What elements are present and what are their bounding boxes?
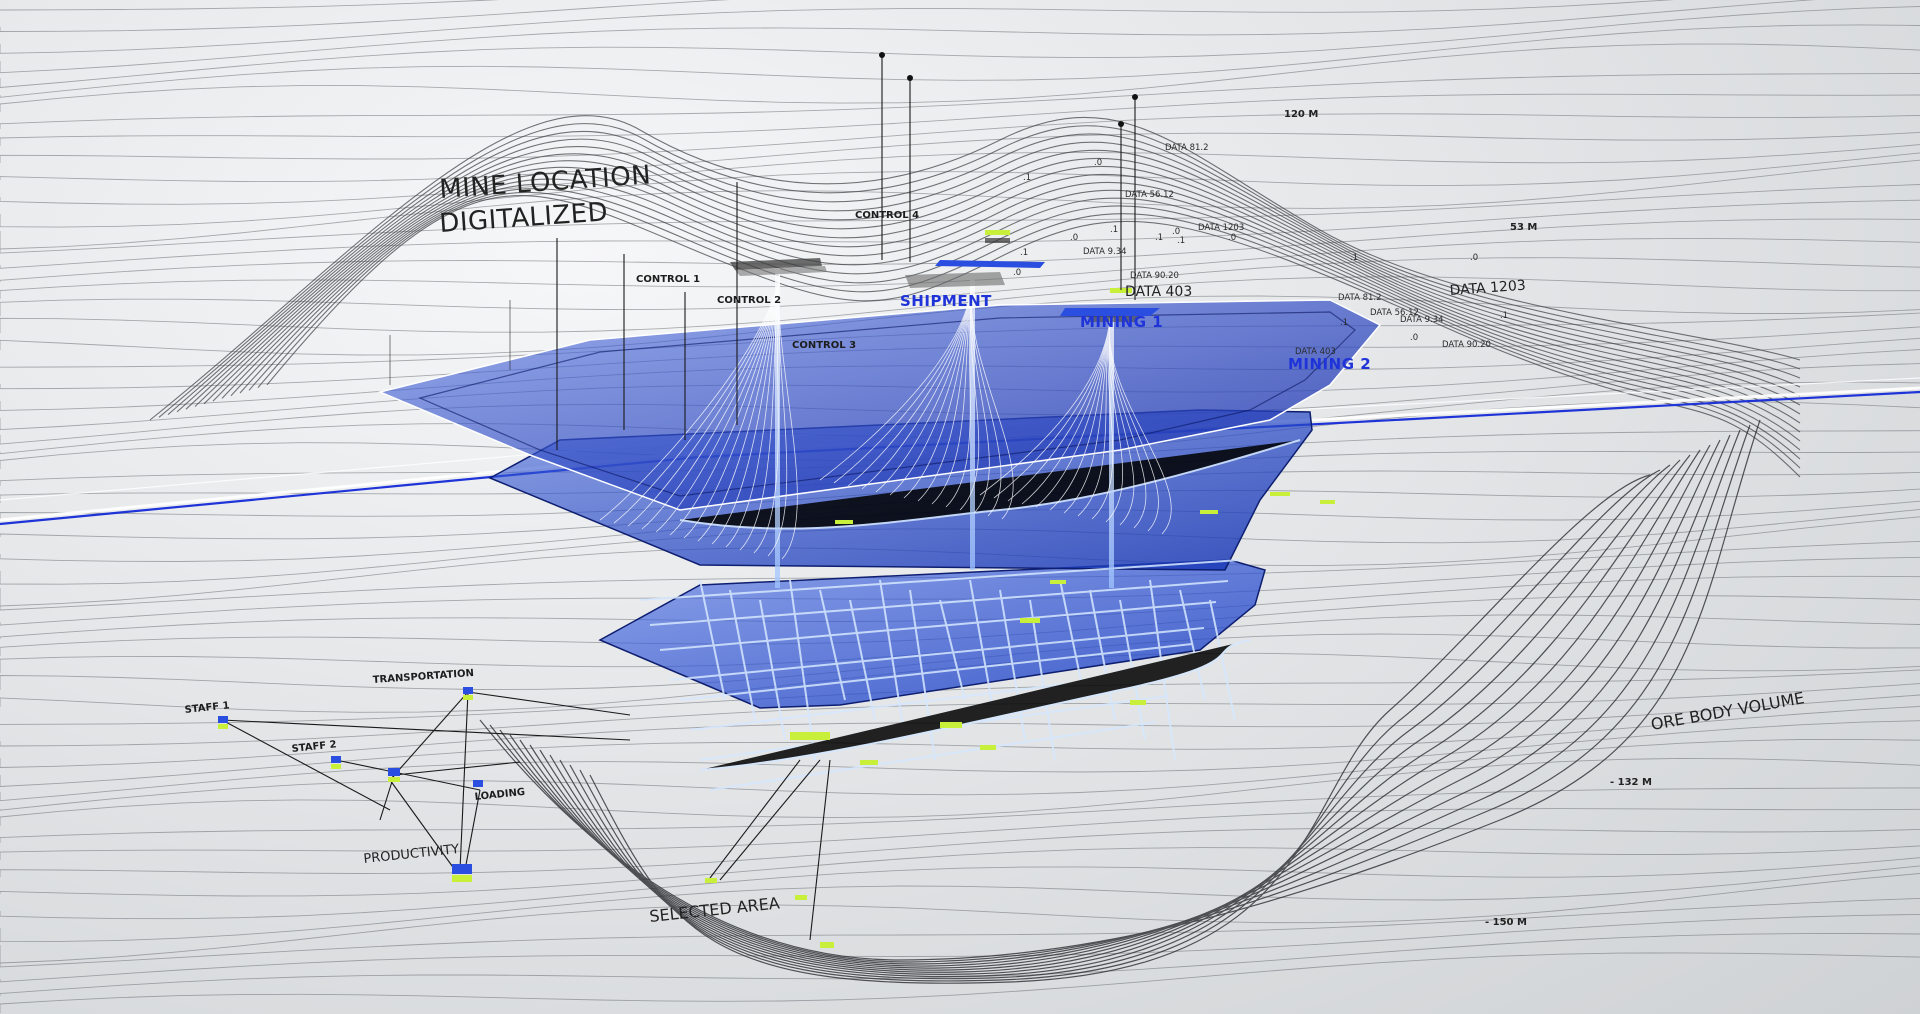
- active-zone-marker: [790, 732, 830, 740]
- data-81-2-label: DATA 81.2: [1165, 143, 1209, 153]
- active-zone-marker: [1270, 492, 1290, 496]
- staff1-node-highlight: [218, 724, 228, 729]
- staff2-node: [331, 756, 341, 763]
- productivity-node-highlight: [452, 875, 472, 882]
- scatter-value: .0: [1228, 233, 1236, 243]
- selected-area-node: [795, 895, 807, 900]
- data-9-34-b-label: DATA 9.34: [1400, 315, 1444, 325]
- scatter-value: .1: [1023, 173, 1031, 183]
- contour-line: [0, 0, 731, 32]
- contour-line: [0, 757, 1920, 826]
- scatter-value: .1: [1500, 311, 1508, 321]
- contour-line: [0, 694, 1920, 768]
- scatter-value: .0: [1013, 268, 1021, 278]
- active-zone-marker: [980, 745, 996, 750]
- transportation-node: [463, 687, 473, 694]
- depth-120m: 120 M: [1284, 109, 1318, 120]
- data-1203-label: DATA 1203: [1198, 223, 1244, 233]
- scatter-value: .0: [1094, 158, 1102, 168]
- data-90-20-b-label: DATA 90.20: [1442, 340, 1491, 350]
- loading-node: [473, 780, 483, 787]
- staff2-node-highlight: [331, 764, 341, 769]
- depth-53m: 53 M: [1510, 222, 1537, 233]
- active-zone-marker: [1320, 500, 1335, 504]
- active-zone-marker: [940, 722, 962, 728]
- staff1-node: [218, 716, 228, 723]
- active-zone-marker: [1130, 700, 1146, 705]
- transportation-label: TRANSPORTATION: [372, 668, 474, 686]
- staff1-label: STAFF 1: [184, 700, 230, 716]
- scatter-value: .0: [1410, 333, 1418, 343]
- depth-minus-132m: - 132 M: [1610, 777, 1652, 788]
- loading-label: LOADING: [474, 787, 525, 803]
- productivity-label: PRODUCTIVITY: [363, 842, 460, 867]
- scatter-value: .1: [1350, 253, 1358, 263]
- data-90-20-label: DATA 90.20: [1130, 271, 1179, 281]
- shipment-label: SHIPMENT: [900, 292, 992, 310]
- contour-line: [0, 113, 1920, 163]
- control-2-label: CONTROL 2: [717, 295, 781, 306]
- shift-node-highlight: [388, 777, 400, 782]
- contour-line: [0, 93, 1920, 146]
- data-56-12-label: DATA 56.12: [1125, 190, 1174, 200]
- data-403-label: DATA 403: [1125, 284, 1192, 300]
- selected-area-node: [820, 942, 834, 948]
- active-zone-marker: [1050, 580, 1066, 584]
- contour-line: [0, 131, 1920, 183]
- active-zone-marker: [1200, 510, 1218, 514]
- scatter-value: .1: [1177, 236, 1185, 246]
- active-zone-marker: [835, 520, 853, 524]
- staff2-label: STAFF 2: [291, 739, 337, 755]
- mining2-label: MINING 2: [1288, 355, 1371, 373]
- scatter-value: .0: [1070, 233, 1078, 243]
- shift-node: [388, 768, 400, 776]
- control-3-label: CONTROL 3: [792, 340, 856, 351]
- active-zone-marker: [1020, 618, 1040, 623]
- scatter-value: .1: [1020, 248, 1028, 258]
- contour-line: [0, 873, 1920, 964]
- scatter-value: .1: [1110, 225, 1118, 235]
- contour-line: [0, 827, 1920, 877]
- contour-line: [0, 24, 1920, 98]
- contour-line: [0, 237, 1920, 299]
- control-1-label: CONTROL 1: [636, 274, 700, 285]
- data-9-34-label: DATA 9.34: [1083, 247, 1127, 257]
- shipment-platform: [730, 258, 827, 276]
- transportation-node-highlight: [463, 695, 473, 700]
- scatter-value: .1: [1155, 233, 1163, 243]
- contour-line: [0, 787, 1920, 843]
- scatter-value: .1: [1340, 318, 1348, 328]
- mining1-platform: [905, 260, 1045, 288]
- active-zone-marker: [860, 760, 878, 765]
- control-4-label: CONTROL 4: [855, 210, 919, 221]
- data-1203-large-label: DATA 1203: [1449, 278, 1526, 299]
- data-81-2-b-label: DATA 81.2: [1338, 293, 1382, 303]
- mine-digital-twin-diagram: MINE LOCATION DIGITALIZED CONTROL 1 CONT…: [0, 0, 1920, 1013]
- mining1-label: MINING 1: [1080, 313, 1163, 331]
- data-403-small-label: DATA 403: [1295, 347, 1336, 357]
- contour-line: [0, 43, 1920, 112]
- productivity-node: [452, 864, 472, 874]
- depth-minus-150m: - 150 M: [1485, 917, 1527, 928]
- contour-line: [0, 845, 1920, 897]
- contour-line: [0, 159, 1920, 250]
- contour-line: [0, 857, 1920, 920]
- contour-line: [0, 808, 1920, 860]
- scatter-value: .0: [1470, 253, 1478, 263]
- selected-area-node: [705, 878, 717, 883]
